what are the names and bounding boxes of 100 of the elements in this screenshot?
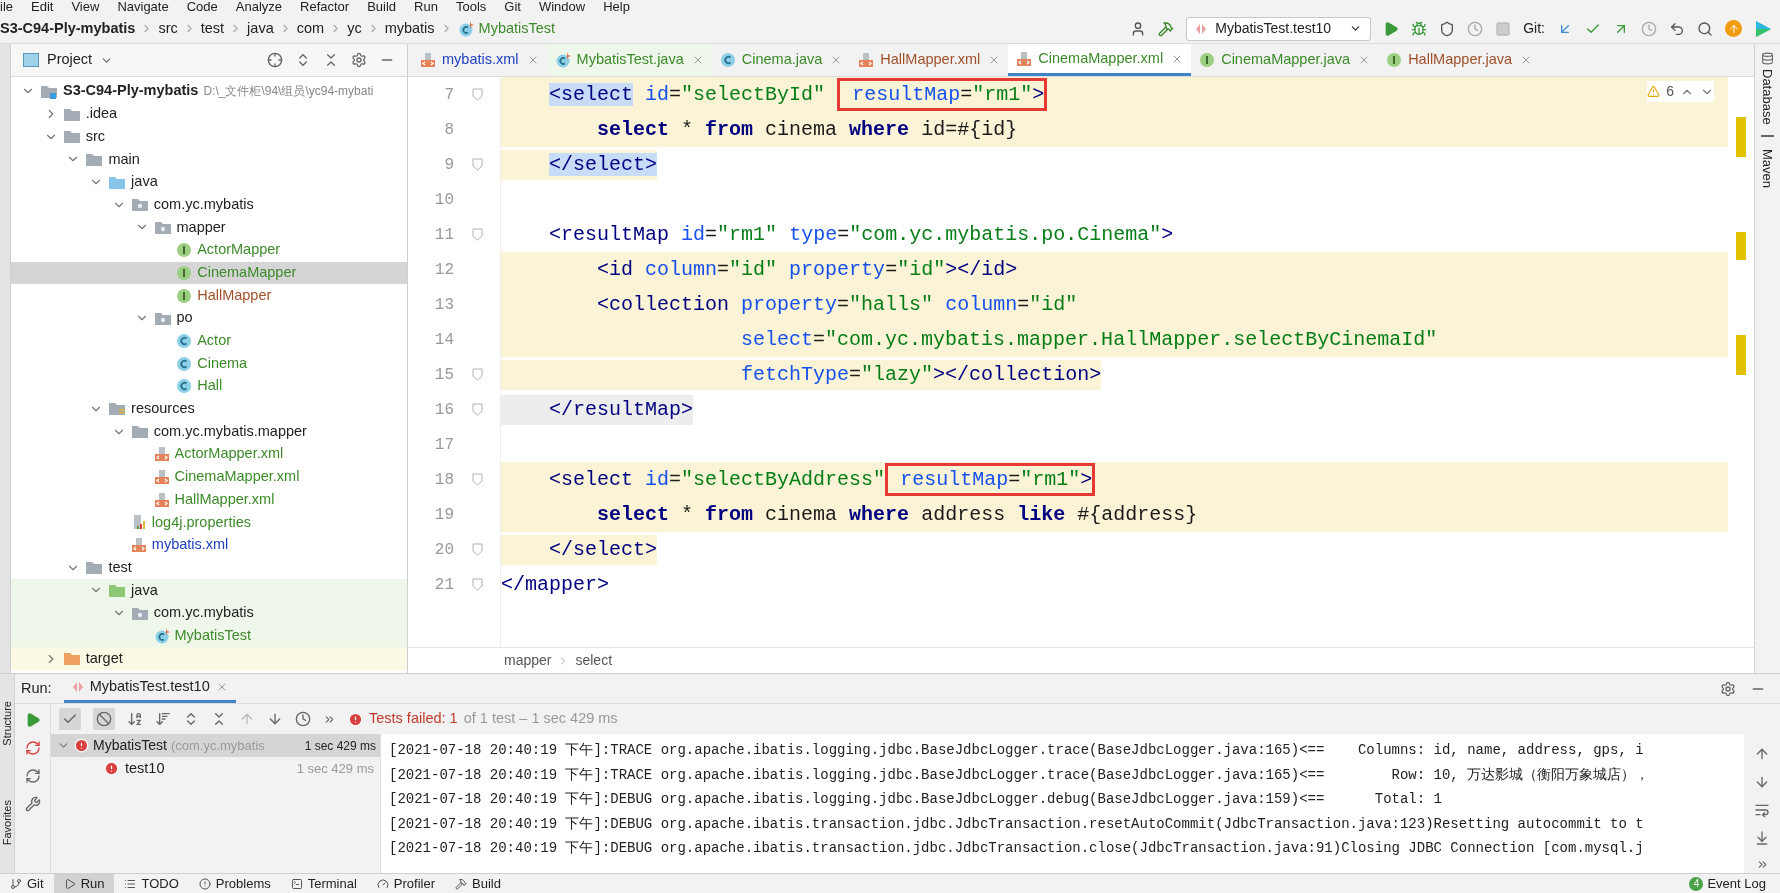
tree-item[interactable]: test	[11, 556, 407, 580]
tool-window-tab[interactable]: Build	[445, 874, 511, 893]
tree-item[interactable]: HallMapper	[11, 284, 407, 307]
tool-window-tab[interactable]: TODO	[114, 874, 189, 893]
fold-marker-icon[interactable]	[471, 473, 483, 486]
editor-tab[interactable]: HallMapper.java	[1378, 44, 1541, 76]
scroll-to-end-icon[interactable]	[1754, 830, 1770, 846]
fold-marker-icon[interactable]	[471, 368, 483, 381]
tree-item[interactable]: CinemaMapper.xml	[11, 465, 407, 489]
test-item[interactable]: MybatisTest (com.yc.mybatis 1 sec 429 ms	[51, 734, 380, 757]
tool-window-label[interactable]: Favorites	[0, 800, 14, 846]
editor-tab[interactable]: MybatisTest.java	[546, 44, 712, 76]
tree-item[interactable]: java	[11, 579, 407, 602]
fold-marker-icon[interactable]	[471, 228, 483, 241]
fold-marker-icon[interactable]	[471, 88, 483, 101]
tree-item[interactable]: S3-C94-Ply-mybatis D:\_文件柜\94\组员\yc94-mybati	[11, 80, 407, 103]
show-passed-toggle[interactable]	[59, 708, 81, 730]
breadcrumb-item[interactable]: select	[575, 650, 613, 671]
tree-item[interactable]: com.yc.mybatis.mapper	[11, 420, 407, 443]
debug-icon[interactable]	[1411, 20, 1428, 37]
scroll-marker[interactable]	[1736, 232, 1746, 260]
menu-item[interactable]: Tools	[455, 0, 487, 14]
tool-window-label[interactable]: Database	[1757, 69, 1778, 125]
tree-item[interactable]: HallMapper.xml	[11, 488, 407, 512]
sort-icon[interactable]	[127, 711, 143, 727]
scroll-marker[interactable]	[1736, 335, 1746, 375]
breadcrumb-item[interactable]: yc	[347, 17, 362, 40]
tree-item[interactable]: Hall	[11, 374, 407, 398]
tool-window-tab[interactable]: Run	[53, 874, 115, 893]
menu-item[interactable]: ile	[0, 0, 13, 14]
hammer-icon[interactable]	[1158, 20, 1175, 37]
warning-count[interactable]: 6	[1666, 81, 1674, 102]
menu-item[interactable]: Refactor	[300, 0, 350, 14]
history-icon[interactable]	[295, 711, 311, 727]
editor-tab[interactable]: Cinema.java	[711, 44, 851, 76]
editor-tab[interactable]: HallMapper.xml	[850, 44, 1009, 76]
toggle-auto-test-icon[interactable]	[24, 768, 41, 784]
menu-item[interactable]: Navigate	[117, 0, 169, 14]
app-logo-icon[interactable]	[1754, 19, 1772, 38]
tool-window-label[interactable]: Maven	[1757, 148, 1778, 188]
rerun-failed-icon[interactable]	[24, 740, 41, 756]
wrench-icon[interactable]	[24, 796, 41, 812]
tree-item[interactable]: mapper	[11, 216, 407, 239]
breadcrumb-item[interactable]: com	[296, 17, 325, 40]
editor-tab[interactable]: CinemaMapper.xml	[1008, 44, 1192, 76]
tree-item[interactable]: .idea	[11, 102, 407, 126]
tree-item[interactable]: src	[11, 125, 407, 149]
breadcrumb-item[interactable]: test	[200, 17, 225, 40]
settings-icon[interactable]	[351, 52, 367, 68]
tool-window-tab[interactable]: Profiler	[366, 874, 446, 893]
menu-item[interactable]: Analyze	[235, 0, 282, 14]
tree-item[interactable]: com.yc.mybatis	[11, 601, 407, 625]
tree-item[interactable]: Actor	[11, 329, 407, 353]
tree-item[interactable]: main	[11, 148, 407, 171]
tree-item[interactable]: log4j.properties	[11, 511, 407, 534]
menu-item[interactable]: Git	[504, 0, 521, 14]
menu-item[interactable]: Window	[538, 0, 586, 14]
breadcrumb-item[interactable]: mybatis	[384, 17, 435, 40]
fold-marker-icon[interactable]	[471, 543, 483, 556]
search-icon[interactable]	[1697, 20, 1713, 37]
panel-title[interactable]: Project	[47, 49, 93, 71]
tree-item[interactable]: resources	[11, 397, 407, 421]
menu-item[interactable]: Run	[414, 0, 438, 14]
breadcrumb-item[interactable]: S3-C94-Ply-mybatis	[0, 17, 136, 40]
fold-marker-icon[interactable]	[471, 578, 483, 591]
tree-item[interactable]: po	[11, 306, 407, 330]
rollback-icon[interactable]	[1669, 20, 1685, 37]
event-log-button[interactable]: 4 Event Log	[1689, 873, 1780, 893]
breadcrumb-item[interactable]: java	[247, 17, 274, 40]
menu-item[interactable]: View	[71, 0, 100, 14]
down-icon[interactable]	[1754, 774, 1770, 790]
fold-marker-icon[interactable]	[471, 158, 483, 171]
menu-item[interactable]: Edit	[31, 0, 54, 14]
tool-window-label[interactable]: Structure	[0, 701, 14, 746]
run-config-tab[interactable]: MybatisTest.test10	[63, 674, 236, 703]
tree-item[interactable]: java	[11, 170, 407, 194]
fold-marker-icon[interactable]	[471, 403, 483, 416]
menu-item[interactable]: Build	[367, 0, 397, 14]
run-config-dropdown[interactable]: MybatisTest.test10	[1186, 16, 1372, 41]
show-ignored-toggle[interactable]	[93, 708, 115, 730]
tree-item[interactable]: ActorMapper	[11, 238, 407, 262]
database-icon[interactable]	[1761, 52, 1774, 65]
tool-window-tab[interactable]: Terminal	[280, 874, 367, 893]
soft-wrap-icon[interactable]	[1754, 802, 1770, 818]
tree-item[interactable]: com.yc.mybatis	[11, 193, 407, 217]
tool-window-tab[interactable]: Git	[0, 874, 54, 893]
breadcrumb-item[interactable]: mapper	[504, 650, 552, 671]
editor-tab[interactable]: mybatis.xml	[412, 44, 547, 76]
warning-icon[interactable]	[1647, 85, 1661, 98]
editor-tab[interactable]: CinemaMapper.java	[1191, 44, 1379, 76]
scroll-marker[interactable]	[1736, 117, 1746, 157]
sort-by-duration-icon[interactable]	[155, 711, 171, 727]
settings-icon[interactable]	[1720, 680, 1736, 697]
test-item[interactable]: test10 1 sec 429 ms	[51, 757, 380, 780]
up-icon[interactable]	[1754, 746, 1770, 762]
tree-item[interactable]: mybatis.xml	[11, 533, 407, 557]
locate-icon[interactable]	[267, 52, 283, 68]
tree-item[interactable]: ActorMapper.xml	[11, 443, 407, 466]
breadcrumb-item[interactable]: MybatisTest	[478, 17, 556, 40]
breadcrumb-item[interactable]: src	[158, 17, 178, 40]
